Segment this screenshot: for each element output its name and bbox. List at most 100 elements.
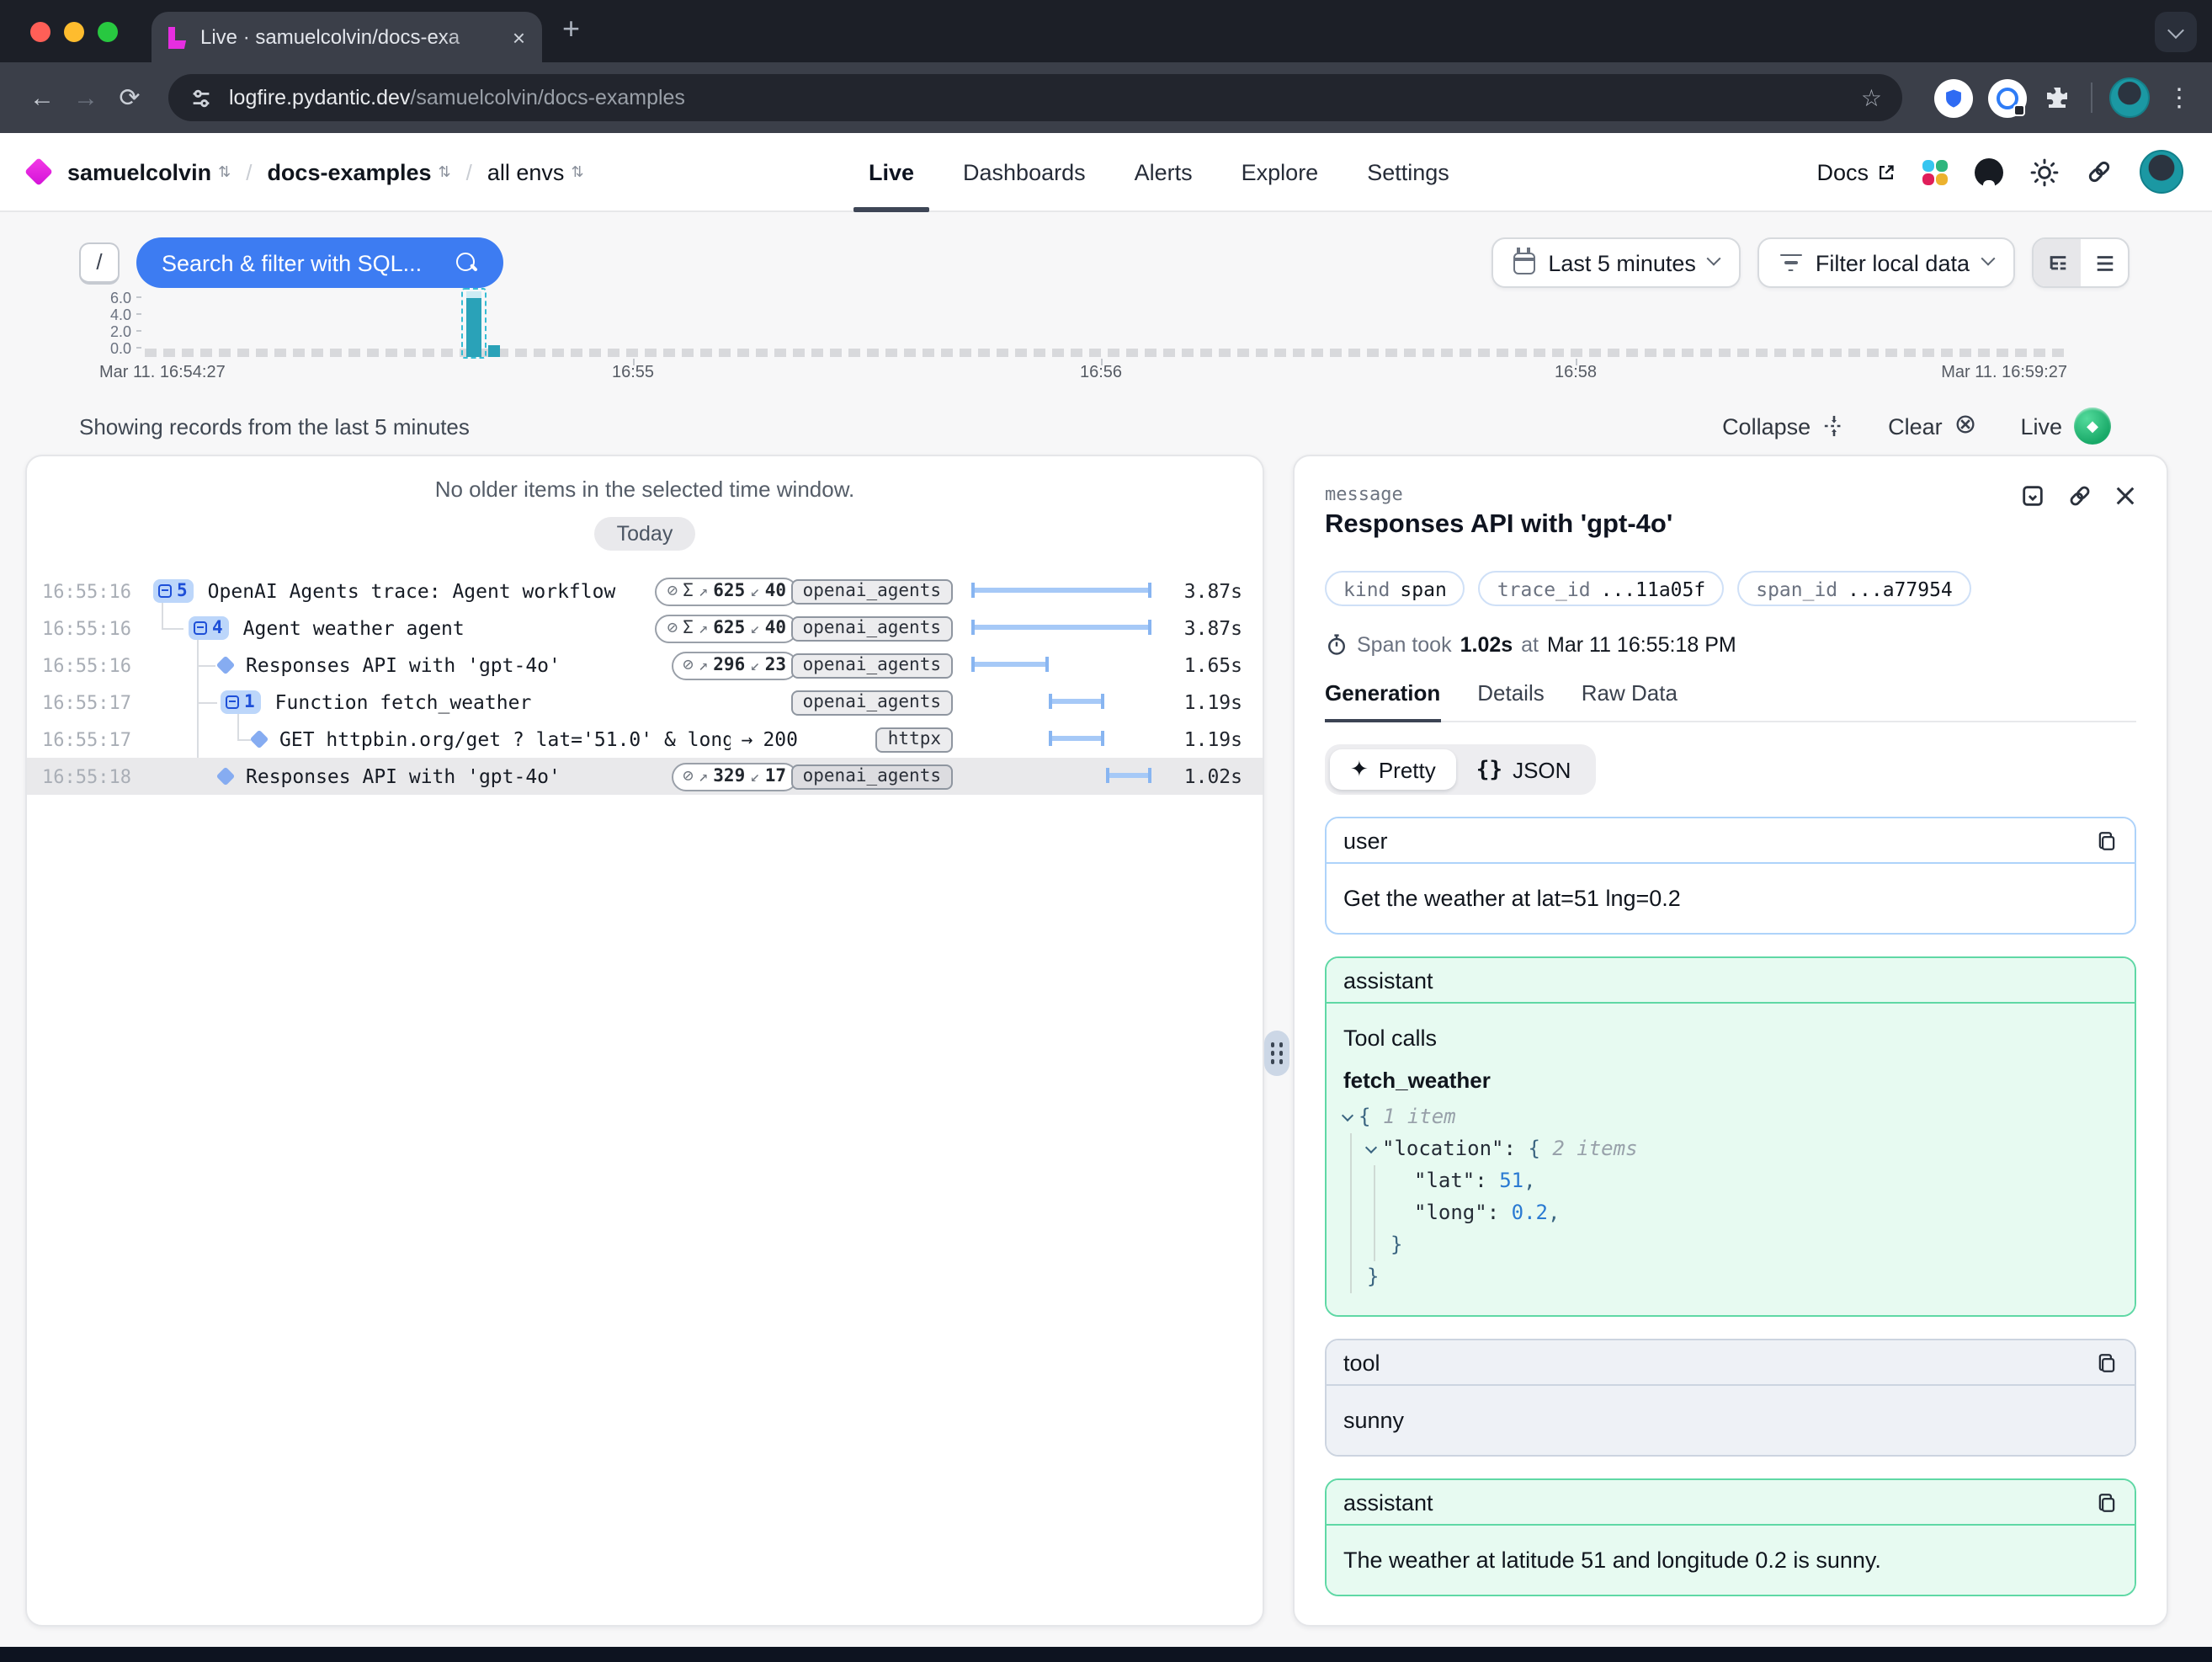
x-tick-label: 16:55 xyxy=(612,364,654,382)
took-duration: 1.02s xyxy=(1460,633,1513,657)
json-toggle-button[interactable]: {} JSON xyxy=(1456,749,1592,790)
y-tick-label: 2.0 xyxy=(91,323,131,340)
filter-row: / Search & filter with SQL... Last 5 min… xyxy=(79,237,2130,288)
breadcrumb-project[interactable]: docs-examples xyxy=(267,159,431,184)
span-id-badge[interactable]: span_id...a77954 xyxy=(1737,571,1971,606)
share-link-icon[interactable] xyxy=(2086,158,2113,185)
search-filter-button[interactable]: Search & filter with SQL... xyxy=(136,237,502,288)
scrub-to-span-icon[interactable] xyxy=(2020,483,2045,509)
duration-bar-track xyxy=(971,620,1151,637)
token-usage-badge: ⊘ Σ ↗625 ↙40 xyxy=(656,614,799,642)
slack-icon[interactable] xyxy=(1922,159,1948,184)
collapse-group-badge[interactable]: 4 xyxy=(189,617,230,640)
close-icon[interactable] xyxy=(2114,485,2136,507)
tab-title: Live · samuelcolvin/docs-exa xyxy=(200,25,502,49)
copy-icon[interactable] xyxy=(2096,1491,2118,1513)
span-duration: 1.19s xyxy=(1165,690,1242,714)
forward-button[interactable]: → xyxy=(64,83,108,112)
trace-id-badge[interactable]: trace_id...11a05f xyxy=(1479,571,1724,606)
browser-menu-icon[interactable]: ⋮ xyxy=(2167,83,2192,113)
copy-icon[interactable] xyxy=(2096,1351,2118,1373)
role-label: tool xyxy=(1343,1350,1380,1375)
bitwarden-extension-icon[interactable] xyxy=(1934,78,1973,117)
json-comma: , xyxy=(1548,1201,1560,1224)
logfire-live-page: Live · samuelcolvin/docs-exa × + ← → ⟳ l… xyxy=(0,0,2212,1662)
tab-details[interactable]: Details xyxy=(1477,680,1545,721)
nav-tab-alerts[interactable]: Alerts xyxy=(1135,133,1193,212)
trace-row[interactable]: 16:55:16 4 Agent weather agent ⊘ Σ ↗625 … xyxy=(27,610,1263,647)
trace-row[interactable]: 16:55:16 5 OpenAI Agents trace: Agent wo… xyxy=(27,573,1263,610)
nav-tab-settings[interactable]: Settings xyxy=(1367,133,1449,212)
tab-close-icon[interactable]: × xyxy=(513,24,525,50)
tool-calls-label: Tool calls xyxy=(1343,1025,2118,1051)
extensions-puzzle-icon[interactable] xyxy=(2044,84,2071,111)
copy-link-icon[interactable] xyxy=(2067,483,2092,509)
scope-tag: openai_agents xyxy=(791,764,953,789)
browser-tab[interactable]: Live · samuelcolvin/docs-exa × xyxy=(152,12,542,62)
clear-button[interactable]: Clear ⊗ xyxy=(1888,413,1976,439)
token-icon: ⊘ xyxy=(683,766,694,786)
site-settings-icon[interactable] xyxy=(189,85,214,110)
user-avatar[interactable] xyxy=(2140,150,2183,194)
filter-local-data-button[interactable]: Filter local data xyxy=(1758,237,2015,288)
github-icon[interactable] xyxy=(1975,157,2003,186)
collapse-group-badge[interactable]: 5 xyxy=(153,580,194,603)
bookmark-star-icon[interactable]: ☆ xyxy=(1861,83,1882,112)
org-switcher-icon[interactable]: ⇅ xyxy=(218,162,231,181)
breadcrumb-org[interactable]: samuelcolvin xyxy=(67,159,211,184)
tab-raw-data[interactable]: Raw Data xyxy=(1582,680,1678,721)
theme-toggle-sun-icon[interactable] xyxy=(2030,157,2059,186)
tab-search-button[interactable] xyxy=(2155,12,2197,52)
span-name: OpenAI Agents trace: Agent workflow xyxy=(208,579,650,603)
json-brace: { xyxy=(1359,1105,1370,1128)
json-label: JSON xyxy=(1513,757,1571,782)
input-tokens: 625 xyxy=(713,618,745,638)
project-switcher-icon[interactable]: ⇅ xyxy=(439,162,451,181)
pretty-toggle-button[interactable]: ✦ Pretty xyxy=(1330,749,1456,790)
trace-rows: 16:55:16 5 OpenAI Agents trace: Agent wo… xyxy=(27,573,1263,795)
timeline-baseline xyxy=(145,349,2067,357)
y-tick xyxy=(136,313,141,315)
nav-tab-explore[interactable]: Explore xyxy=(1242,133,1319,212)
json-key: "location" xyxy=(1382,1137,1504,1160)
stopwatch-icon xyxy=(1325,633,1348,657)
trace-row[interactable]: 16:55:17 GET httpbin.org/get ? lat='51.0… xyxy=(27,721,1263,758)
privacy-extension-icon[interactable] xyxy=(1988,78,2027,117)
collapse-group-badge[interactable]: 1 xyxy=(221,691,262,714)
live-toggle[interactable]: Live ◆ xyxy=(2020,408,2111,445)
collapse-button[interactable]: Collapse xyxy=(1722,413,1844,439)
browser-profile-avatar[interactable] xyxy=(2109,77,2150,118)
env-switcher-icon[interactable]: ⇅ xyxy=(571,162,583,181)
docs-label: Docs xyxy=(1816,159,1869,184)
tab-generation[interactable]: Generation xyxy=(1325,680,1440,721)
span-detail-panel: message Responses API with 'gpt-4o' kind… xyxy=(1293,455,2168,1627)
calendar-icon xyxy=(1513,253,1534,274)
zoom-window-button[interactable] xyxy=(98,21,118,41)
logfire-logo-icon[interactable] xyxy=(24,157,53,186)
trace-row[interactable]: 16:55:17 1 Function fetch_weather openai… xyxy=(27,684,1263,721)
docs-link[interactable]: Docs xyxy=(1816,159,1896,184)
panel-resize-handle[interactable] xyxy=(1264,1031,1289,1076)
address-bar[interactable]: logfire.pydantic.dev/samuelcolvin/docs-e… xyxy=(168,74,1902,121)
new-tab-button[interactable]: + xyxy=(562,13,580,44)
list-view-button[interactable] xyxy=(2081,239,2128,286)
tree-view-button[interactable] xyxy=(2034,239,2081,286)
trace-row[interactable]: 16:55:16 Responses API with 'gpt-4o' ⊘ ↗… xyxy=(27,647,1263,684)
copy-icon[interactable] xyxy=(2096,829,2118,851)
timeline-chart[interactable]: 6.0 4.0 2.0 0.0 Mar 11. 16:54:27 16:55 1… xyxy=(0,290,2212,394)
indent-guide xyxy=(1374,1165,1375,1261)
trace-row-selected[interactable]: 16:55:18 Responses API with 'gpt-4o' ⊘ ↗… xyxy=(27,758,1263,795)
time-range-button[interactable]: Last 5 minutes xyxy=(1491,237,1741,288)
back-button[interactable]: ← xyxy=(20,83,64,112)
header-right: Docs xyxy=(1816,150,2183,194)
reload-button[interactable]: ⟳ xyxy=(108,83,152,113)
timeline-bar[interactable] xyxy=(466,298,481,357)
nav-tab-live[interactable]: Live xyxy=(869,133,914,212)
collapse-chevron-icon[interactable] xyxy=(1342,1110,1353,1121)
nav-tab-dashboards[interactable]: Dashboards xyxy=(963,133,1086,212)
breadcrumb-env[interactable]: all envs xyxy=(487,159,565,184)
close-window-button[interactable] xyxy=(30,21,51,41)
collapse-chevron-icon[interactable] xyxy=(1365,1142,1377,1153)
minimize-window-button[interactable] xyxy=(64,21,84,41)
timeline-bar-small[interactable] xyxy=(488,345,500,357)
